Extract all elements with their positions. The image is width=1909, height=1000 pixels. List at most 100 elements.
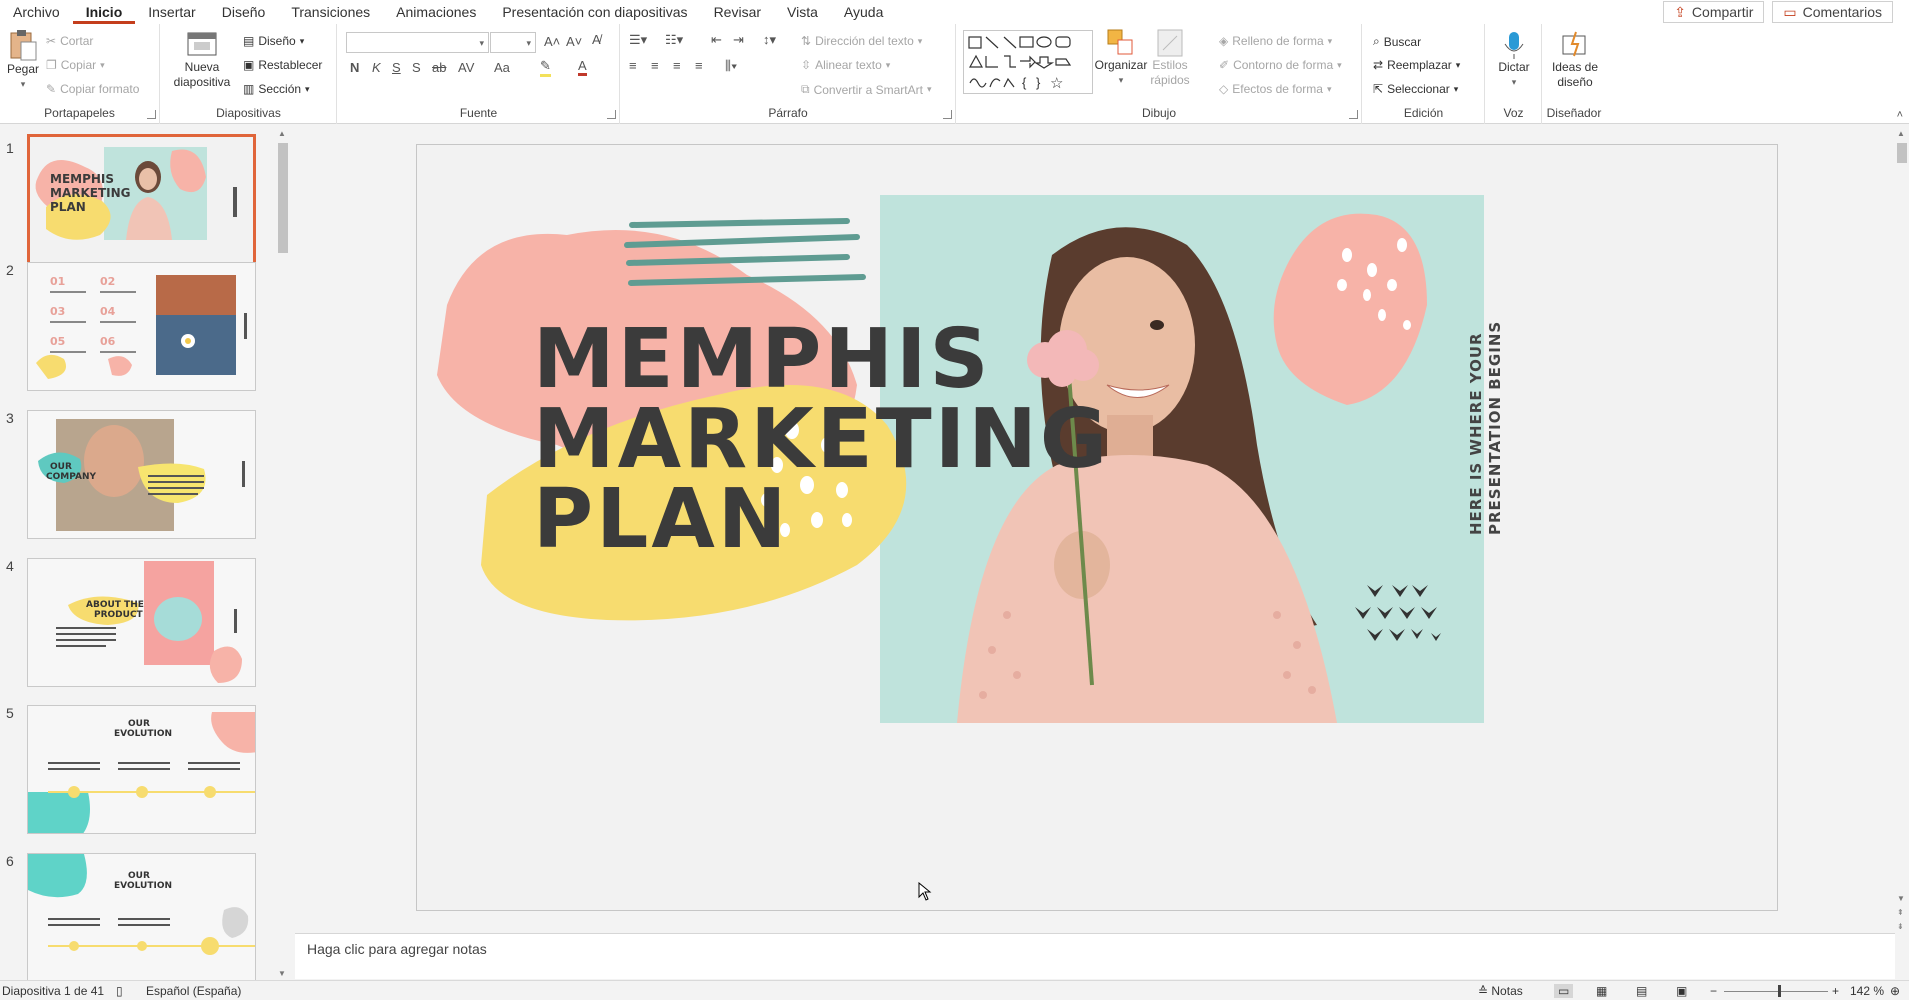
align-right-icon[interactable]: ≡	[673, 58, 681, 73]
slide-subtitle-line-1[interactable]: HERE IS WHERE YOUR	[1467, 332, 1486, 535]
reset-button[interactable]: ▣ Restablecer	[243, 58, 322, 72]
shapes-gallery[interactable]: {} ☆	[963, 30, 1093, 94]
design-ideas-button[interactable]: Ideas de diseño	[1547, 30, 1603, 90]
thumbnail-1-preview[interactable]: MEMPHIS MARKETING PLAN	[27, 134, 256, 268]
tab-presentacion[interactable]: Presentación con diapositivas	[489, 4, 700, 24]
slide-title-line-3[interactable]: PLAN	[533, 470, 789, 570]
tab-ayuda[interactable]: Ayuda	[831, 4, 896, 24]
numbering-icon[interactable]: ☷▾	[665, 32, 683, 48]
outdent-icon[interactable]: ⇤	[711, 32, 722, 48]
quick-styles-button[interactable]: Estilos rápidos	[1147, 28, 1193, 88]
text-direction-button[interactable]: ⇅ Dirección del texto ▾	[801, 34, 922, 48]
next-slide-icon[interactable]: ⇟	[1897, 922, 1904, 931]
zoom-in-icon[interactable]: +	[1832, 984, 1839, 998]
scroll-thumb[interactable]	[1897, 143, 1907, 163]
parrafo-launcher-icon[interactable]	[943, 110, 952, 119]
zoom-slider-thumb[interactable]	[1778, 985, 1781, 997]
grow-font-icon[interactable]: A˄	[544, 34, 560, 49]
fuente-launcher-icon[interactable]	[607, 110, 616, 119]
tab-transiciones[interactable]: Transiciones	[278, 4, 383, 24]
zoom-out-icon[interactable]: −	[1710, 984, 1717, 998]
collapse-ribbon-icon[interactable]: ˄	[1897, 109, 1903, 121]
notes-placeholder[interactable]: Haga clic para agregar notas	[307, 941, 487, 957]
layout-button[interactable]: ▤ Diseño ▾	[243, 34, 304, 48]
highlight-icon[interactable]: ✎	[540, 58, 551, 77]
copy-format-button[interactable]: ✎ Copiar formato	[46, 82, 139, 96]
tab-insertar[interactable]: Insertar	[135, 4, 208, 24]
editor-scrollbar[interactable]: ▲ ▼ ⇞ ⇟	[1895, 125, 1909, 933]
shrink-font-icon[interactable]: A˅	[566, 34, 582, 49]
zoom-slider[interactable]	[1724, 991, 1828, 992]
thumbnail-5-preview[interactable]: OUR EVOLUTION	[27, 705, 256, 834]
slideshow-icon[interactable]: ▣	[1676, 984, 1687, 998]
language-indicator[interactable]: Español (España)	[146, 984, 241, 998]
indent-icon[interactable]: ⇥	[733, 32, 744, 48]
align-center-icon[interactable]: ≡	[651, 58, 659, 73]
thumbnails-scrollbar[interactable]: ▲ ▼	[276, 125, 290, 980]
scissors-icon: ✂	[46, 34, 57, 48]
bullets-icon[interactable]: ☰▾	[629, 32, 647, 48]
portapapeles-launcher-icon[interactable]	[147, 110, 156, 119]
notes-pane[interactable]: Haga clic para agregar notas	[295, 933, 1895, 979]
bold-icon[interactable]: N	[350, 60, 359, 75]
thumbnail-4-preview[interactable]: ABOUT THE PRODUCT	[27, 558, 256, 687]
case-icon[interactable]: Aa	[494, 60, 510, 75]
shape-outline-button[interactable]: ✐ Contorno de forma ▾	[1219, 58, 1342, 72]
slide-sorter-icon[interactable]: ▦	[1596, 984, 1607, 998]
scroll-down-icon[interactable]: ▼	[278, 969, 286, 978]
columns-icon[interactable]: ⫼▾	[725, 58, 737, 74]
arrange-button[interactable]: Organizar ▾	[1095, 28, 1147, 88]
font-family-combo[interactable]: ▾	[346, 32, 489, 53]
italic-icon[interactable]: K	[372, 60, 381, 75]
comments-button[interactable]: ▭ Comentarios	[1772, 1, 1893, 23]
scroll-thumb[interactable]	[278, 143, 288, 253]
scroll-up-icon[interactable]: ▲	[278, 129, 286, 138]
align-left-icon[interactable]: ≡	[629, 58, 637, 73]
cut-button[interactable]: ✂ Cortar	[46, 34, 93, 48]
shape-effects-button[interactable]: ◇ Efectos de forma ▾	[1219, 82, 1331, 96]
find-button[interactable]: ⌕ Buscar	[1373, 34, 1421, 49]
tab-inicio[interactable]: Inicio	[72, 4, 136, 24]
thumbnail-6-preview[interactable]: OUR EVOLUTION	[27, 853, 256, 980]
align-text-button[interactable]: ⇳ Alinear texto ▾	[801, 58, 890, 72]
new-slide-button[interactable]: Nueva diapositiva	[167, 30, 237, 90]
scroll-down-icon[interactable]: ▼	[1897, 894, 1905, 903]
current-slide[interactable]: MEMPHIS MARKETING PLAN HERE IS WHERE YOU…	[416, 144, 1778, 911]
copy-button[interactable]: ❐ Copiar ▾	[46, 58, 105, 72]
notes-toggle[interactable]: ≙ Notas	[1478, 984, 1523, 998]
spellcheck-icon[interactable]: ▯	[116, 984, 123, 998]
zoom-level[interactable]: 142 %	[1850, 984, 1884, 998]
strikethrough-icon[interactable]: ab	[432, 60, 446, 75]
reading-view-icon[interactable]: ▤	[1636, 984, 1647, 998]
smartart-button[interactable]: ⧉ Convertir a SmartArt ▾	[801, 82, 931, 97]
tab-diseno[interactable]: Diseño	[209, 4, 279, 24]
clear-format-icon[interactable]: A̸	[592, 32, 601, 47]
tab-vista[interactable]: Vista	[774, 4, 831, 24]
section-button[interactable]: ▥ Sección ▾	[243, 82, 310, 96]
thumbnail-3-preview[interactable]: OUR COMPANY	[27, 410, 256, 539]
font-color-icon[interactable]: A	[578, 58, 587, 76]
select-button[interactable]: ⇱ Seleccionar ▾	[1373, 82, 1458, 96]
thumbnail-2-preview[interactable]: 01 02 03 04 05 06	[27, 262, 256, 391]
slide-subtitle-line-2[interactable]: PRESENTATION BEGINS	[1486, 321, 1505, 535]
paste-button[interactable]: Pegar ▾	[4, 28, 42, 92]
dibujo-launcher-icon[interactable]	[1349, 110, 1358, 119]
font-size-combo[interactable]: ▾	[490, 32, 536, 53]
normal-view-icon[interactable]: ▭	[1554, 984, 1574, 998]
dictate-button[interactable]: Dictar ▾	[1490, 30, 1538, 90]
replace-button[interactable]: ⇄ Reemplazar ▾	[1373, 58, 1460, 72]
shape-fill-button[interactable]: ◈ Relleno de forma ▾	[1219, 34, 1332, 48]
justify-icon[interactable]: ≡	[695, 58, 703, 73]
group-diapositivas: Nueva diapositiva ▤ Diseño ▾ ▣ Restablecer …	[161, 24, 337, 124]
tab-animaciones[interactable]: Animaciones	[383, 4, 489, 24]
scroll-up-icon[interactable]: ▲	[1897, 129, 1905, 138]
share-button[interactable]: ⇪ Compartir	[1663, 1, 1765, 23]
fit-slide-icon[interactable]: ⊕	[1890, 984, 1900, 998]
tab-archivo[interactable]: Archivo	[0, 4, 73, 24]
spacing-icon[interactable]: AV	[458, 60, 474, 75]
shadow-icon[interactable]: S	[412, 60, 421, 75]
line-spacing-icon[interactable]: ↕▾	[763, 32, 776, 48]
tab-revisar[interactable]: Revisar	[701, 4, 774, 24]
underline-icon[interactable]: S	[392, 60, 401, 75]
prev-slide-icon[interactable]: ⇞	[1897, 908, 1904, 917]
